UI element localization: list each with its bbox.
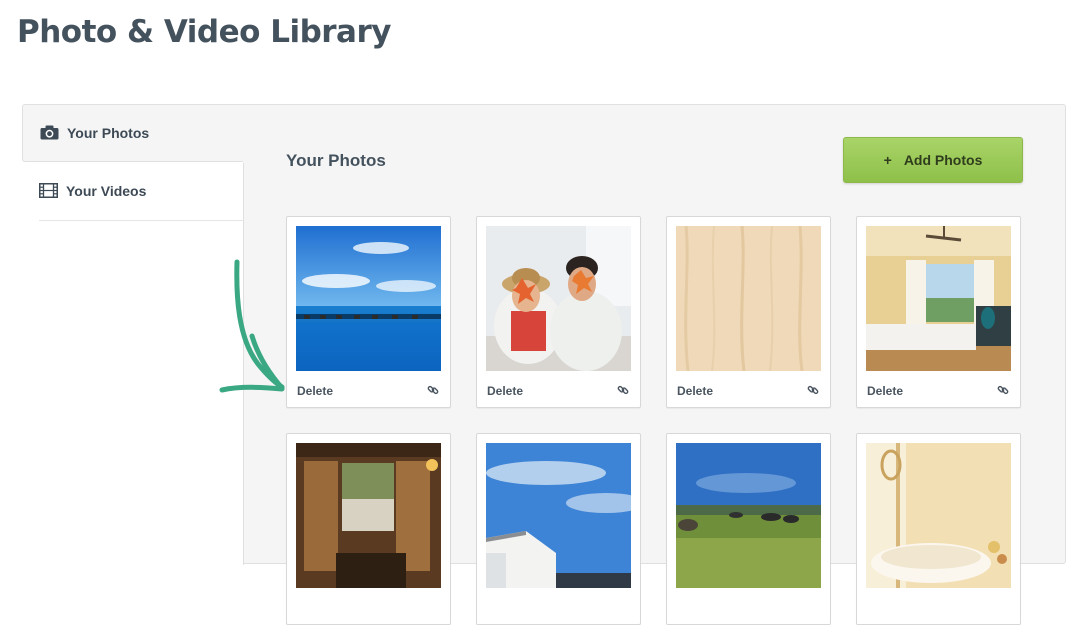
photo-thumbnail[interactable] [486, 443, 631, 588]
delete-link[interactable]: Delete [677, 384, 713, 398]
link-icon[interactable] [427, 383, 439, 395]
add-photos-button[interactable]: + Add Photos [843, 137, 1023, 183]
photo-tile: Delete [856, 216, 1021, 408]
link-icon[interactable] [997, 383, 1009, 395]
delete-link[interactable]: Delete [867, 384, 903, 398]
photo-tile [286, 433, 451, 625]
plus-icon: + [883, 152, 892, 168]
photo-thumbnail[interactable] [486, 226, 631, 371]
sidebar-item-label: Your Videos [66, 183, 147, 199]
savanna-image [676, 443, 821, 588]
photo-tile [856, 433, 1021, 625]
bathroom-image [866, 443, 1011, 588]
photo-tile [666, 433, 831, 625]
photo-thumbnail[interactable] [866, 443, 1011, 588]
sidebar-divider [39, 220, 243, 221]
sidebar-item-your-photos[interactable]: Your Photos [22, 104, 243, 162]
photo-thumbnail[interactable] [676, 226, 821, 371]
sidebar-item-your-videos[interactable]: Your Videos [22, 162, 243, 220]
section-title: Your Photos [286, 151, 386, 170]
delete-link[interactable]: Delete [487, 384, 523, 398]
villa-interior-image [296, 443, 441, 588]
photo-tile: Delete [476, 216, 641, 408]
delete-link[interactable]: Delete [297, 384, 333, 398]
photo-thumbnail[interactable] [296, 443, 441, 588]
photo-thumbnail[interactable] [296, 226, 441, 371]
couple-image [486, 226, 631, 371]
photo-tile [476, 433, 641, 625]
photo-tile: Delete [286, 216, 451, 408]
bedroom-image [866, 226, 1011, 371]
photo-thumbnail[interactable] [676, 443, 821, 588]
film-icon [39, 183, 59, 199]
library-panel: Your Photos Your Videos Your Photos + Ad… [22, 104, 1066, 625]
pool-image [296, 226, 441, 371]
link-icon[interactable] [617, 383, 629, 395]
sky-building-image [486, 443, 631, 588]
add-photos-label: Add Photos [903, 152, 983, 168]
camera-icon [40, 125, 60, 141]
annotation-arrow [219, 259, 285, 393]
photo-thumbnail[interactable] [866, 226, 1011, 371]
photo-tile: Delete [666, 216, 831, 408]
wood-texture-image [676, 226, 821, 371]
link-icon[interactable] [807, 383, 819, 395]
page-title: Photo & Video Library [17, 14, 391, 50]
sidebar-item-label: Your Photos [67, 125, 150, 141]
